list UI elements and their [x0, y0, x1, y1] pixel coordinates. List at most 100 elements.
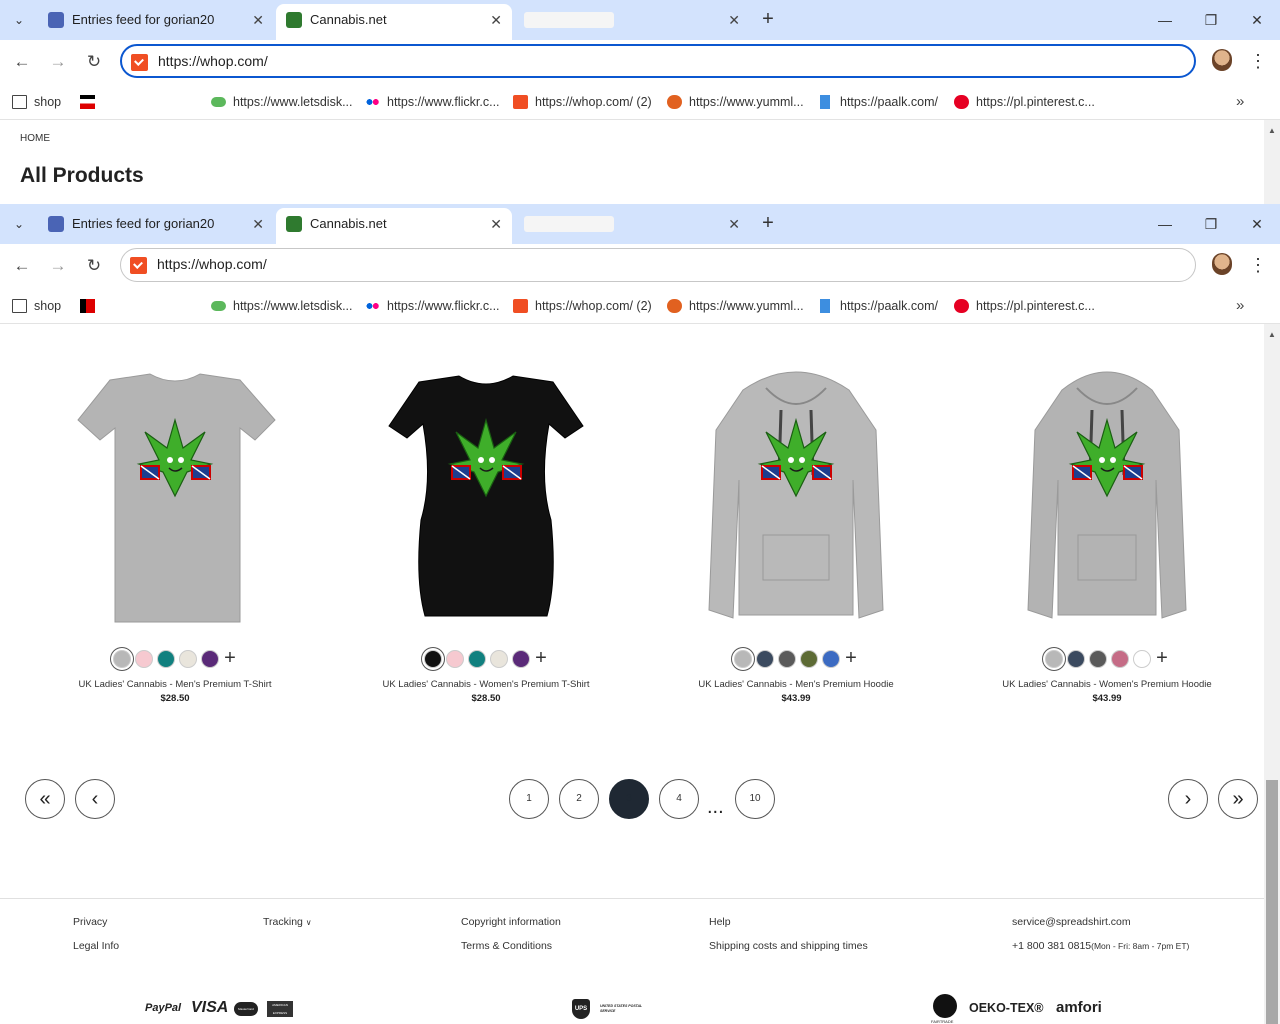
scroll-thumb[interactable]	[1266, 780, 1278, 1024]
profile-avatar[interactable]	[1212, 49, 1232, 71]
color-swatch[interactable]	[179, 650, 197, 668]
next-page-button[interactable]: ›	[1168, 779, 1208, 819]
product-card[interactable]: + UK Ladies' Cannabis - Men's Premium T-S…	[50, 360, 300, 710]
product-card[interactable]: + UK Ladies' Cannabis - Women's Premium H…	[982, 360, 1232, 710]
chevron-double-right-icon[interactable]: »	[1236, 288, 1244, 324]
color-swatch[interactable]	[157, 650, 175, 668]
color-swatch[interactable]	[800, 650, 818, 668]
color-swatch[interactable]	[756, 650, 774, 668]
menu-dots-icon[interactable]: ⋮	[1248, 48, 1268, 74]
profile-avatar[interactable]	[1212, 253, 1232, 275]
product-name[interactable]: UK Ladies' Cannabis - Women's Premium T-…	[361, 679, 611, 690]
restore-icon[interactable]: ❐	[1188, 0, 1234, 40]
color-swatch[interactable]	[490, 650, 508, 668]
chevron-double-right-icon[interactable]: »	[1236, 84, 1244, 120]
plus-icon[interactable]: +	[532, 648, 550, 668]
color-swatch[interactable]	[424, 650, 442, 668]
window-close-icon[interactable]: ✕	[1234, 204, 1280, 244]
terms-link[interactable]: Terms & Conditions	[461, 940, 552, 952]
product-name[interactable]: UK Ladies' Cannabis - Men's Premium T-Sh…	[50, 679, 300, 690]
color-swatch[interactable]	[201, 650, 219, 668]
window-close-icon[interactable]: ✕	[1234, 0, 1280, 40]
hoodie-image[interactable]	[982, 360, 1232, 640]
scroll-up-icon[interactable]: ▲	[1268, 330, 1276, 339]
tab-redacted[interactable]: ✕	[514, 4, 750, 40]
tab-search-button[interactable]: ⌄	[8, 214, 30, 234]
close-icon[interactable]: ✕	[252, 4, 264, 36]
color-swatch[interactable]	[446, 650, 464, 668]
color-swatch[interactable]	[822, 650, 840, 668]
restore-icon[interactable]: ❐	[1188, 204, 1234, 244]
color-swatch[interactable]	[512, 650, 530, 668]
close-icon[interactable]: ✕	[728, 208, 740, 240]
color-swatch[interactable]	[734, 650, 752, 668]
product-price: $28.50	[471, 693, 501, 704]
page-10-button[interactable]: 10	[735, 779, 775, 819]
prev-page-button[interactable]: ‹	[75, 779, 115, 819]
color-swatch[interactable]	[1067, 650, 1085, 668]
breadcrumb[interactable]: HOME	[20, 133, 50, 144]
page-3-button[interactable]: 3	[609, 779, 649, 819]
shipping-link[interactable]: Shipping costs and shipping times	[709, 940, 868, 952]
copyright-link[interactable]: Copyright information	[461, 916, 561, 928]
last-page-button[interactable]: »	[1218, 779, 1258, 819]
hoodie-image[interactable]	[671, 360, 921, 640]
tab-redacted[interactable]: ✕	[514, 208, 750, 244]
privacy-link[interactable]: Privacy	[73, 916, 107, 928]
first-page-button[interactable]: «	[25, 779, 65, 819]
color-swatch[interactable]	[135, 650, 153, 668]
forward-arrow-icon[interactable]: →	[46, 254, 70, 278]
color-swatch[interactable]	[1045, 650, 1063, 668]
back-arrow-icon[interactable]: ←	[10, 50, 34, 74]
t-shirt-image[interactable]	[361, 360, 611, 640]
close-icon[interactable]: ✕	[728, 4, 740, 36]
reload-icon[interactable]: ↻	[82, 50, 106, 74]
fairtrade-text: FAIRTRADE	[931, 1019, 954, 1024]
user-favicon-icon	[48, 12, 64, 28]
close-icon[interactable]: ✕	[490, 4, 502, 36]
support-email[interactable]: service@spreadshirt.com	[1012, 916, 1131, 928]
tab-search-button[interactable]: ⌄	[8, 10, 30, 30]
address-bar[interactable]: https://whop.com/	[120, 44, 1196, 78]
back-arrow-icon[interactable]: ←	[10, 254, 34, 278]
scrollbar-top[interactable]: ▲	[1264, 120, 1280, 204]
plus-icon[interactable]: +	[1153, 648, 1171, 668]
product-name[interactable]: UK Ladies' Cannabis - Women's Premium Ho…	[982, 679, 1232, 690]
product-card[interactable]: + UK Ladies' Cannabis - Women's Premium T…	[361, 360, 611, 710]
reload-icon[interactable]: ↻	[82, 254, 106, 278]
t-shirt-image[interactable]	[50, 360, 300, 640]
product-card[interactable]: + UK Ladies' Cannabis - Men's Premium Hoo…	[671, 360, 921, 710]
plus-icon[interactable]: +	[221, 648, 239, 668]
page-1-button[interactable]: 1	[509, 779, 549, 819]
forward-arrow-icon[interactable]: →	[46, 50, 70, 74]
tracking-dropdown[interactable]: Tracking ∨	[263, 916, 312, 928]
help-link[interactable]: Help	[709, 916, 731, 928]
color-swatch[interactable]	[468, 650, 486, 668]
address-bar[interactable]: https://whop.com/	[120, 248, 1196, 282]
product-name[interactable]: UK Ladies' Cannabis - Men's Premium Hood…	[671, 679, 921, 690]
scroll-up-icon[interactable]: ▲	[1268, 126, 1276, 135]
minimize-icon[interactable]: —	[1142, 0, 1188, 40]
yummly-icon	[667, 95, 682, 109]
tab-cannabis[interactable]: Cannabis.net ✕	[276, 4, 512, 40]
color-swatch[interactable]	[1133, 650, 1151, 668]
plus-icon[interactable]: +	[842, 648, 860, 668]
menu-dots-icon[interactable]: ⋮	[1248, 252, 1268, 278]
new-tab-button[interactable]: +	[758, 212, 778, 236]
close-icon[interactable]: ✕	[490, 208, 502, 240]
close-icon[interactable]: ✕	[252, 208, 264, 240]
page-2-button[interactable]: 2	[559, 779, 599, 819]
url-text: https://whop.com/	[158, 53, 268, 69]
color-swatch[interactable]	[778, 650, 796, 668]
page-4-button[interactable]: 4	[659, 779, 699, 819]
legal-info-link[interactable]: Legal Info	[73, 940, 119, 952]
tab-entries-feed[interactable]: Entries feed for gorian20 ✕	[38, 4, 274, 40]
color-swatch[interactable]	[1089, 650, 1107, 668]
color-swatch[interactable]	[1111, 650, 1129, 668]
new-tab-button[interactable]: +	[758, 8, 778, 32]
minimize-icon[interactable]: —	[1142, 204, 1188, 244]
tab-entries-feed[interactable]: Entries feed for gorian20 ✕	[38, 208, 274, 244]
color-swatch[interactable]	[113, 650, 131, 668]
tab-cannabis[interactable]: Cannabis.net ✕	[276, 208, 512, 244]
scrollbar-main[interactable]: ▲	[1264, 324, 1280, 1024]
